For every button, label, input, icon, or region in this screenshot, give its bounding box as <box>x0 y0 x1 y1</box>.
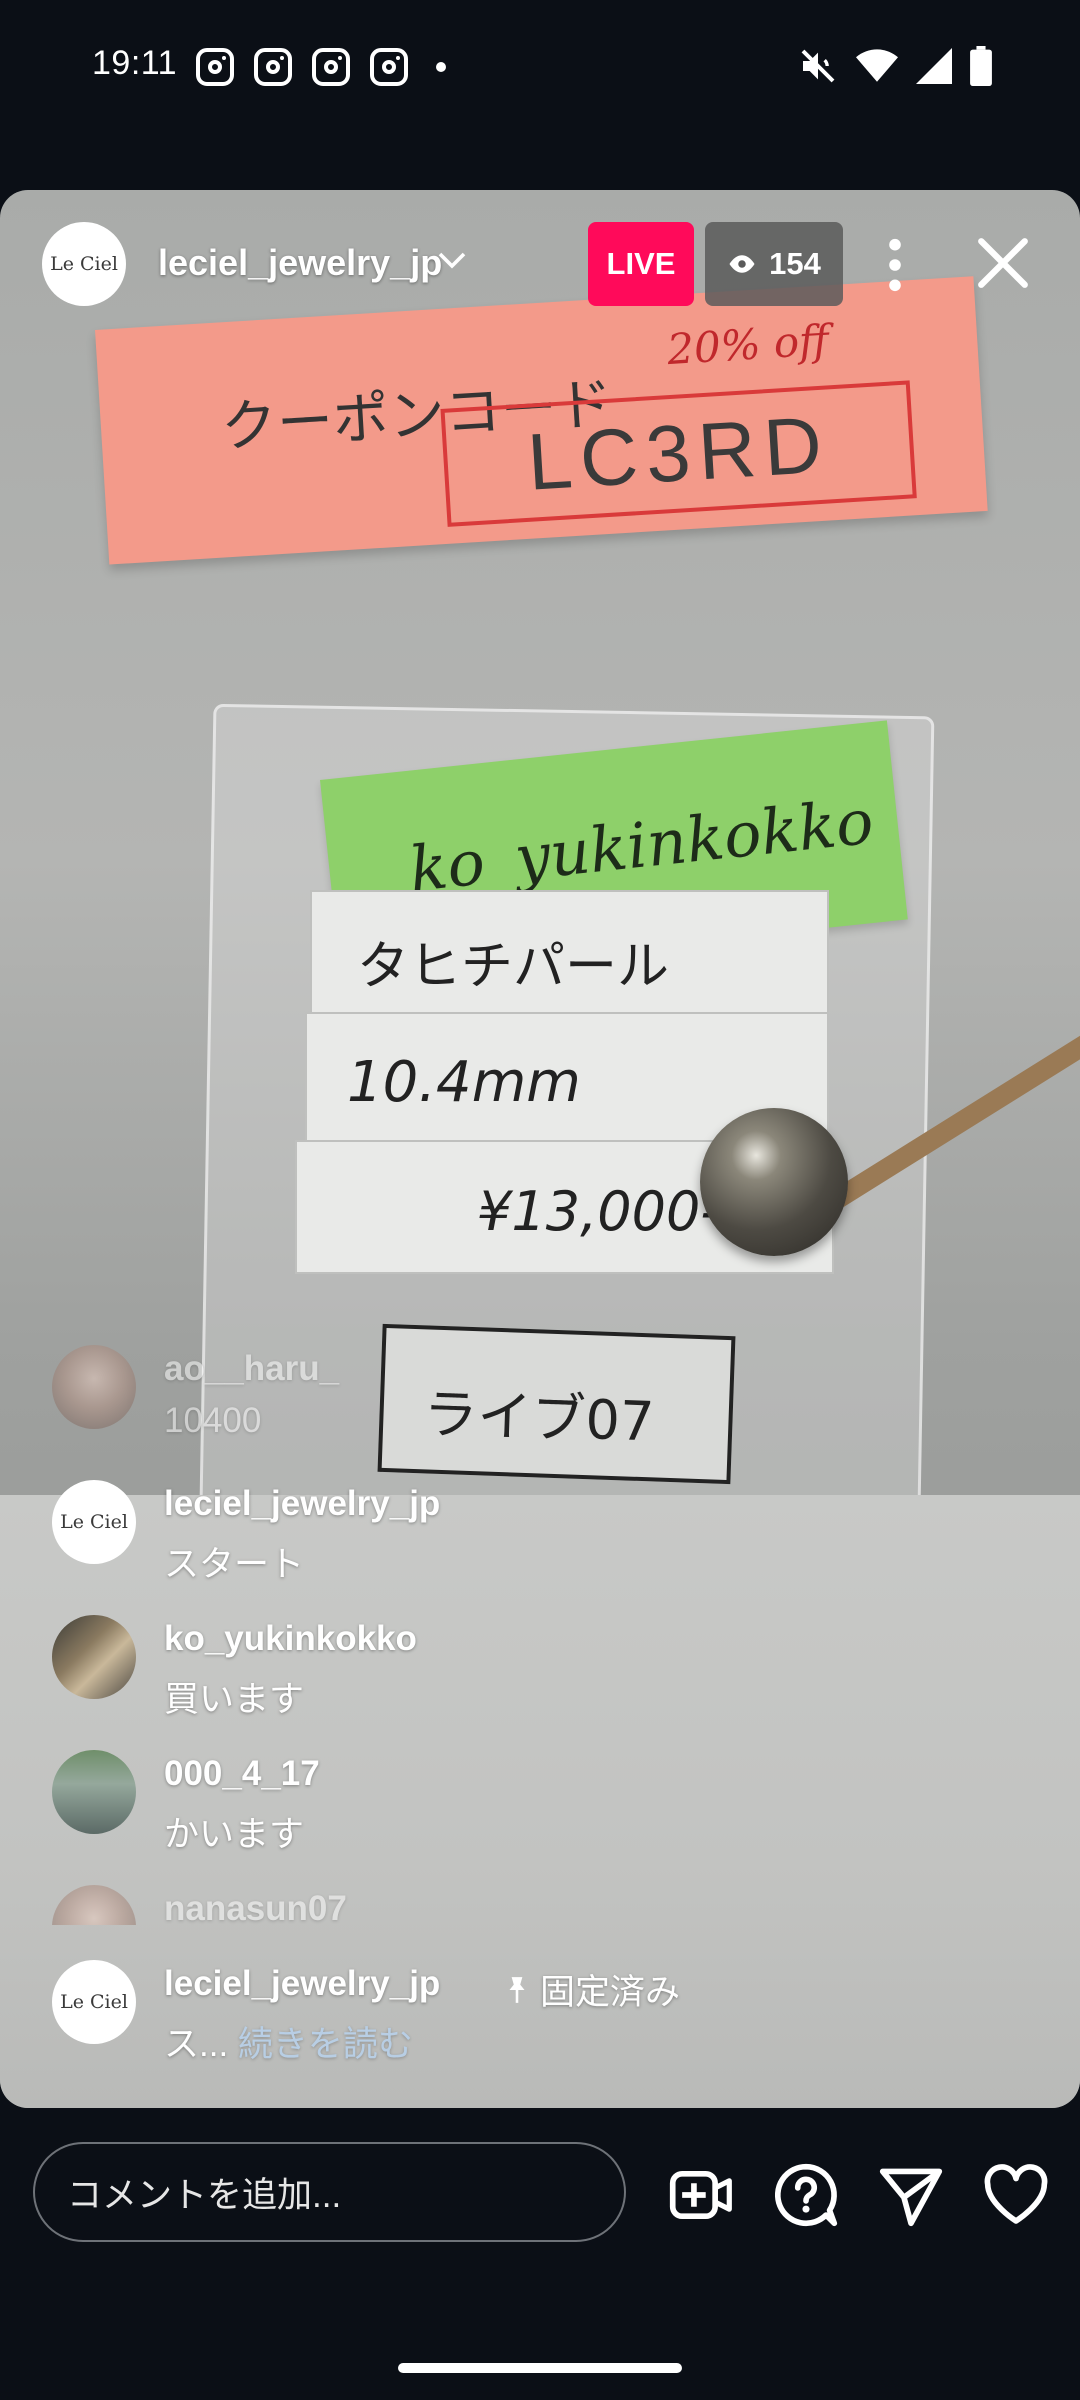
instagram-icon <box>312 48 350 86</box>
avatar[interactable]: Le Ciel <box>52 1480 136 1564</box>
comment-item[interactable]: 000_4_17 かいます <box>52 1750 952 1854</box>
pinned-label: 固定済み <box>504 1964 680 2015</box>
question-icon[interactable] <box>773 2162 839 2228</box>
read-more-link[interactable]: 続きを読む <box>238 2025 413 2064</box>
comment-username[interactable]: nanasun07 <box>164 1889 347 1925</box>
dot-icon <box>436 62 446 72</box>
avatar[interactable] <box>52 1885 136 1925</box>
comment-username[interactable]: 000_4_17 <box>164 1754 320 1794</box>
comment-username[interactable]: ao__haru_ <box>164 1349 339 1389</box>
more-options-icon[interactable] <box>875 236 915 294</box>
pinned-comment[interactable]: Le Ciel leciel_jewelry_jp 固定済み ス... 続きを読… <box>52 1960 952 2064</box>
item-name-label: タヒチパール <box>310 890 829 1014</box>
avatar[interactable] <box>52 1750 136 1834</box>
home-indicator[interactable] <box>398 2363 682 2373</box>
comment-text: スタート <box>164 1545 305 1584</box>
avatar[interactable]: Le Ciel <box>52 1960 136 2044</box>
comment-username[interactable]: leciel_jewelry_jp <box>164 1484 440 1524</box>
status-bar: 19:11 <box>0 0 1080 135</box>
comment-item[interactable]: nanasun07 <box>52 1885 952 1925</box>
notification-icons <box>196 48 446 86</box>
live-badge: LIVE <box>588 222 694 306</box>
avatar[interactable] <box>52 1345 136 1429</box>
viewer-count-badge[interactable]: 154 <box>705 222 843 306</box>
mute-icon <box>801 49 835 83</box>
close-icon[interactable] <box>974 234 1032 292</box>
comment-item[interactable]: Le Ciel leciel_jewelry_jp スタート <box>52 1480 952 1584</box>
comment-text: ス... 続きを読む <box>164 2025 413 2064</box>
status-time: 19:11 <box>92 44 178 82</box>
instagram-icon <box>370 48 408 86</box>
avatar[interactable] <box>52 1615 136 1699</box>
chevron-down-icon[interactable] <box>432 242 472 278</box>
comment-text: 買います <box>164 1680 305 1719</box>
comment-username[interactable]: ko_yukinkokko <box>164 1619 417 1659</box>
wifi-icon <box>856 49 898 82</box>
comment-text: かいます <box>164 1815 305 1854</box>
comment-input[interactable]: コメントを追加... <box>33 2142 626 2242</box>
signal-icon <box>916 48 952 84</box>
video-add-icon[interactable] <box>668 2162 734 2228</box>
comment-item[interactable]: ao__haru_ 10400 <box>52 1345 952 1445</box>
instagram-icon <box>196 48 234 86</box>
instagram-icon <box>254 48 292 86</box>
buyer-name: ko_yukinkokko <box>406 784 877 906</box>
live-header: Le Ciel leciel_jewelry_jp LIVE 154 <box>0 190 1080 340</box>
heart-icon[interactable] <box>983 2162 1049 2228</box>
pin-icon <box>509 1976 525 2003</box>
battery-icon <box>970 46 992 86</box>
eye-icon <box>729 255 755 273</box>
viewer-count: 154 <box>769 246 821 281</box>
host-avatar[interactable]: Le Ciel <box>42 222 126 306</box>
comment-username[interactable]: leciel_jewelry_jp <box>164 1964 440 2004</box>
comment-item[interactable]: ko_yukinkokko 買います <box>52 1615 952 1719</box>
comment-text: 10400 <box>164 1401 262 1440</box>
pearl <box>700 1108 848 1256</box>
host-username[interactable]: leciel_jewelry_jp <box>158 242 442 284</box>
send-icon[interactable] <box>878 2162 944 2228</box>
system-icons <box>798 46 992 86</box>
